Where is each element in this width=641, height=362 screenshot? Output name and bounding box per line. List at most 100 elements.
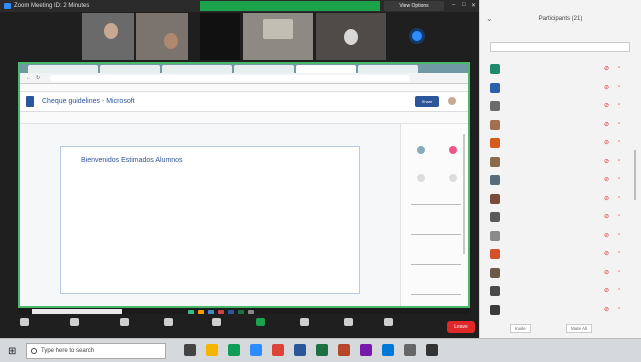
zoom-taskbar-icon[interactable] xyxy=(250,344,262,356)
maximize-icon[interactable]: □ xyxy=(462,2,466,8)
video-tile[interactable] xyxy=(243,13,313,60)
video-button[interactable] xyxy=(54,318,94,328)
mute-button[interactable] xyxy=(4,318,44,328)
video-off-icon[interactable]: ▫ xyxy=(618,176,620,182)
muted-mic-icon[interactable]: ⊘ xyxy=(604,287,609,294)
video-tile[interactable] xyxy=(136,13,188,60)
participant-row[interactable]: ⊘ ▫ xyxy=(488,210,634,224)
video-off-icon[interactable]: ▫ xyxy=(618,121,620,127)
mute-all-button[interactable]: Mute All xyxy=(566,324,593,333)
word-taskbar-icon[interactable] xyxy=(294,344,306,356)
muted-mic-icon[interactable]: ⊘ xyxy=(604,65,609,72)
muted-mic-icon[interactable]: ⊘ xyxy=(604,195,609,202)
participant-row[interactable]: ⊘ ▫ xyxy=(488,155,634,169)
avatar[interactable] xyxy=(448,97,456,105)
document-title[interactable]: Cheque guidelines - Microsoft xyxy=(42,98,135,105)
muted-mic-icon[interactable]: ⊘ xyxy=(604,232,609,239)
minimize-icon[interactable]: – xyxy=(452,2,455,8)
participant-row[interactable]: ⊘ ▫ xyxy=(488,192,634,206)
apps-button[interactable] xyxy=(368,318,408,328)
screen-share-indicator[interactable] xyxy=(200,1,380,11)
video-off-icon[interactable]: ▫ xyxy=(618,84,620,90)
next-page-button[interactable] xyxy=(409,28,425,44)
browser-tab[interactable] xyxy=(162,65,232,73)
muted-mic-icon[interactable]: ⊘ xyxy=(604,213,609,220)
participant-row[interactable]: ⊘ ▫ xyxy=(488,118,634,132)
video-tile[interactable] xyxy=(82,13,134,60)
video-off-icon[interactable]: ▫ xyxy=(618,139,620,145)
share-button[interactable]: Share xyxy=(415,96,439,107)
participant-row[interactable]: ⊘ ▫ xyxy=(488,229,634,243)
style-icon[interactable] xyxy=(417,174,425,182)
muted-mic-icon[interactable]: ⊘ xyxy=(604,176,609,183)
muted-mic-icon[interactable]: ⊘ xyxy=(604,158,609,165)
video-tile[interactable] xyxy=(200,13,240,60)
video-off-icon[interactable]: ▫ xyxy=(618,287,620,293)
record-button[interactable] xyxy=(284,318,324,328)
style-icon[interactable] xyxy=(449,174,457,182)
participant-row[interactable]: ⊘ ▫ xyxy=(488,266,634,280)
excel-taskbar-icon[interactable] xyxy=(316,344,328,356)
muted-mic-icon[interactable]: ⊘ xyxy=(604,250,609,257)
share-screen-button[interactable] xyxy=(240,318,280,328)
reactions-button[interactable] xyxy=(328,318,368,328)
browser-tab[interactable] xyxy=(234,65,294,73)
browser-tab[interactable] xyxy=(358,65,418,73)
participant-row[interactable]: ⊘ ▫ xyxy=(488,99,634,113)
view-options-button[interactable]: View Options xyxy=(384,1,444,11)
word-icon[interactable] xyxy=(26,96,34,107)
browser-tab[interactable] xyxy=(296,65,356,73)
chrome-icon[interactable] xyxy=(272,344,284,356)
participant-row[interactable]: ⊘ ▫ xyxy=(488,303,634,317)
app-icon[interactable] xyxy=(426,344,438,356)
muted-mic-icon[interactable]: ⊘ xyxy=(604,269,609,276)
participants-search-input[interactable] xyxy=(490,42,630,52)
file-explorer-icon[interactable] xyxy=(206,344,218,356)
participant-row[interactable]: ⊘ ▫ xyxy=(488,81,634,95)
video-off-icon[interactable]: ▫ xyxy=(618,158,620,164)
muted-mic-icon[interactable]: ⊘ xyxy=(604,84,609,91)
video-off-icon[interactable]: ▫ xyxy=(618,232,620,238)
participant-row[interactable]: ⊘ ▫ xyxy=(488,173,634,187)
security-button[interactable] xyxy=(104,318,144,328)
muted-mic-icon[interactable]: ⊘ xyxy=(604,102,609,109)
app-icon[interactable] xyxy=(228,344,240,356)
video-off-icon[interactable]: ▫ xyxy=(618,195,620,201)
video-off-icon[interactable]: ▫ xyxy=(618,65,620,71)
muted-mic-icon[interactable]: ⊘ xyxy=(604,306,609,313)
task-view-icon[interactable] xyxy=(184,344,196,356)
windows-search-input[interactable]: Type here to search xyxy=(26,343,166,359)
style-icon[interactable] xyxy=(417,146,425,154)
video-off-icon[interactable]: ▫ xyxy=(618,250,620,256)
muted-mic-icon[interactable]: ⊘ xyxy=(604,121,609,128)
scrollbar[interactable] xyxy=(463,134,465,254)
video-off-icon[interactable]: ▫ xyxy=(618,306,620,312)
video-tile[interactable] xyxy=(316,13,386,60)
video-off-icon[interactable]: ▫ xyxy=(618,269,620,275)
edge-icon[interactable] xyxy=(382,344,394,356)
participant-row[interactable]: ⊘ ▫ xyxy=(488,284,634,298)
back-icon[interactable]: ← xyxy=(26,75,31,81)
video-off-icon[interactable]: ▫ xyxy=(618,213,620,219)
app-icon[interactable] xyxy=(404,344,416,356)
formatting-toolbar[interactable] xyxy=(20,112,468,124)
participants-scrollbar[interactable] xyxy=(634,150,636,200)
participant-row[interactable]: ⊘ ▫ xyxy=(488,62,634,76)
url-input[interactable] xyxy=(50,75,410,82)
muted-mic-icon[interactable]: ⊘ xyxy=(604,139,609,146)
close-icon[interactable]: ✕ xyxy=(471,2,476,9)
participant-row[interactable]: ⊘ ▫ xyxy=(488,247,634,261)
windows-start-icon[interactable]: ⊞ xyxy=(8,346,16,357)
browser-tab[interactable] xyxy=(100,65,160,73)
app-icon[interactable] xyxy=(360,344,372,356)
invite-button[interactable]: Invite xyxy=(510,324,531,333)
reload-icon[interactable]: ↻ xyxy=(36,75,40,81)
chat-button[interactable] xyxy=(196,318,236,328)
leave-button[interactable]: Leave xyxy=(447,321,475,333)
document-page[interactable]: Bienvenidos Estimados Alumnos xyxy=(60,146,360,294)
bookmarks-bar[interactable] xyxy=(20,84,468,92)
browser-tab[interactable] xyxy=(28,65,98,73)
participants-button[interactable] xyxy=(148,318,188,328)
video-off-icon[interactable]: ▫ xyxy=(618,102,620,108)
participant-row[interactable]: ⊘ ▫ xyxy=(488,136,634,150)
